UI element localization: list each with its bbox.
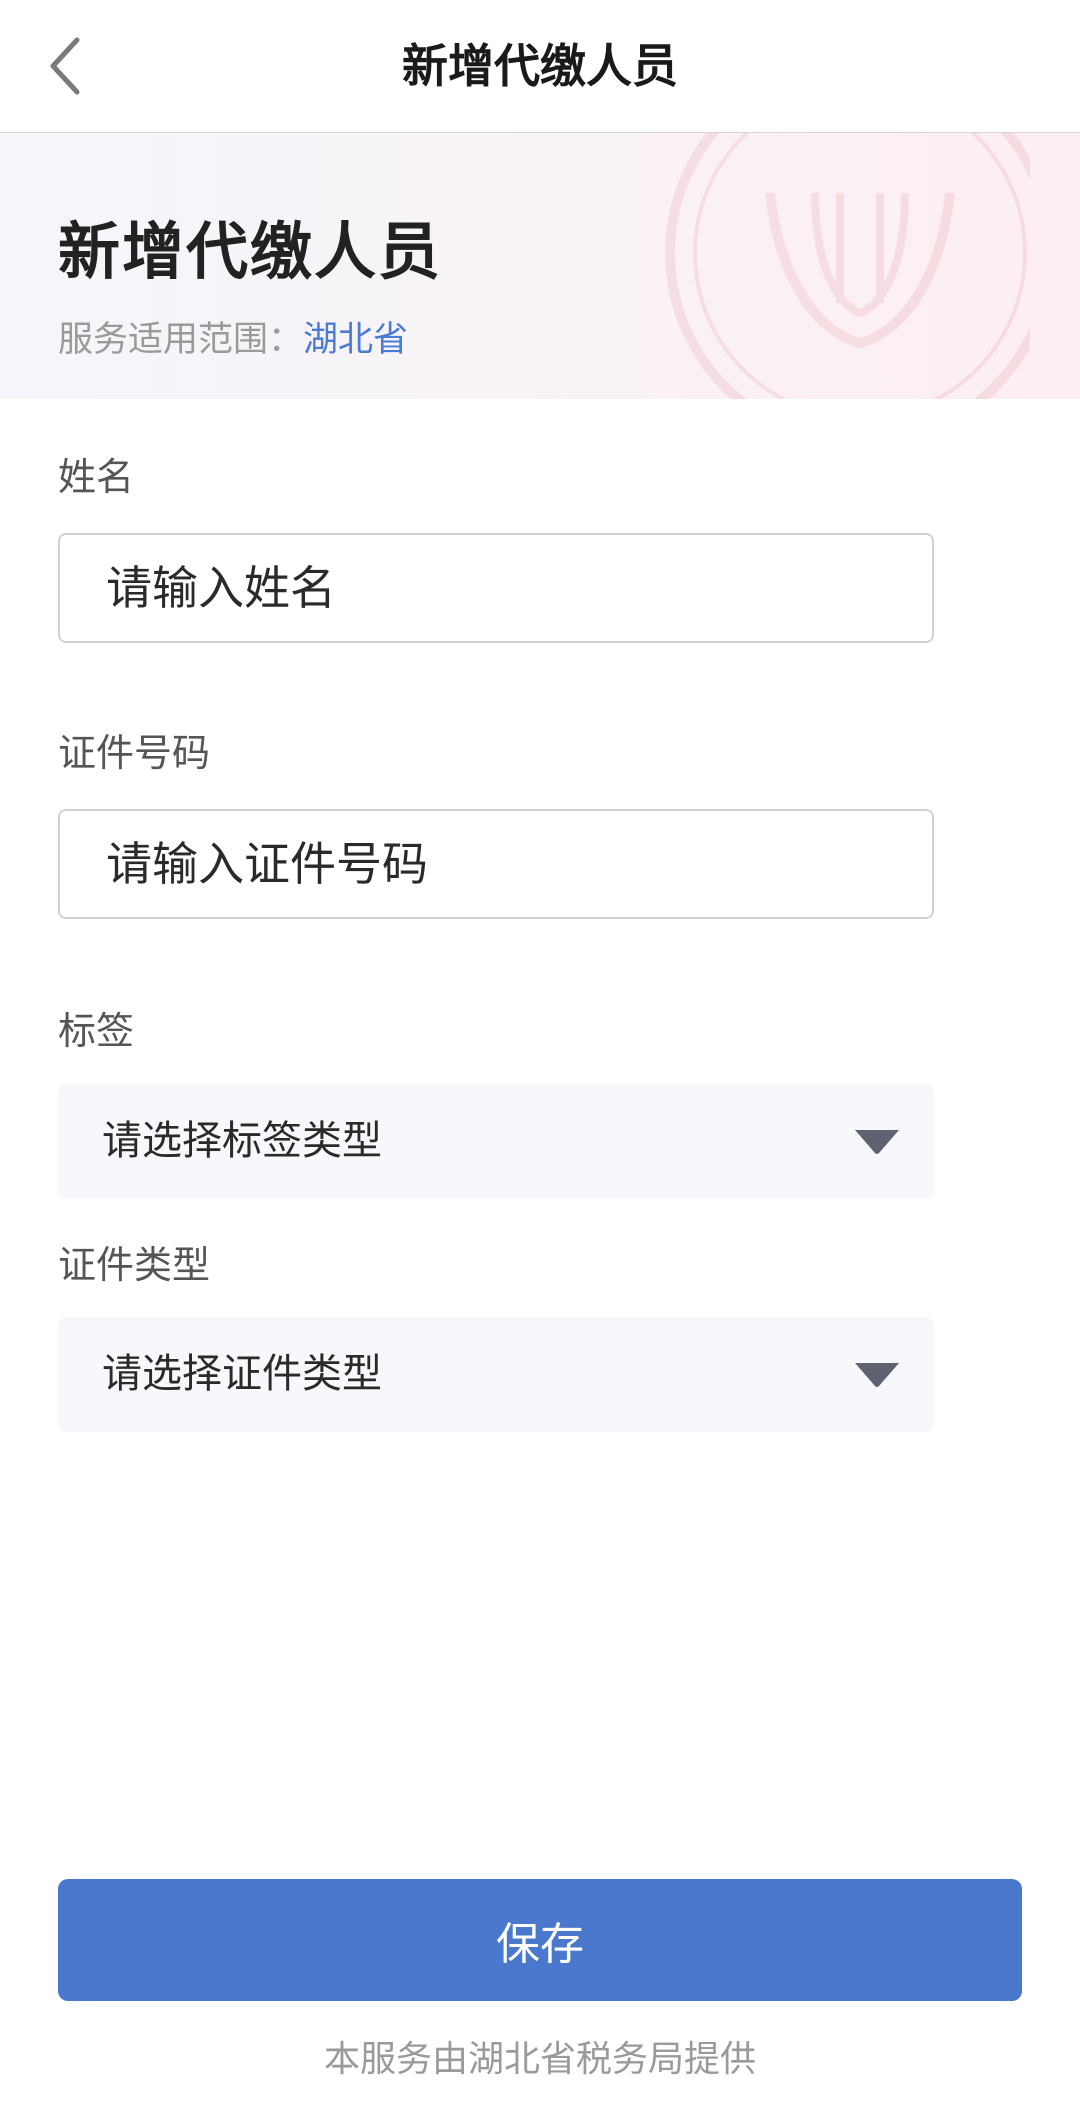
tag-label: 标签 [58, 1009, 135, 1053]
save-button[interactable]: 保存 [58, 1879, 1022, 2001]
nav-title: 新增代缴人员 [402, 39, 678, 93]
tag-select[interactable]: 请选择标签类型 [58, 1084, 934, 1199]
name-input[interactable] [60, 535, 932, 641]
tag-select-value: 请选择标签类型 [102, 1118, 382, 1164]
page-heading: 新增代缴人员 [58, 215, 443, 288]
name-label: 姓名 [58, 455, 135, 499]
navigation-bar: 新增代缴人员 [0, 0, 1080, 133]
id-number-input[interactable] [60, 811, 932, 917]
id-type-label: 证件类型 [58, 1243, 211, 1287]
id-number-label: 证件号码 [58, 731, 211, 775]
provider-note: 本服务由湖北省税务局提供 [323, 2039, 756, 2080]
service-scope-region: 湖北省 [303, 320, 409, 360]
id-type-select[interactable]: 请选择证件类型 [58, 1317, 934, 1432]
service-scope-label: 服务适用范围： [58, 320, 304, 360]
name-field [58, 533, 934, 643]
id-number-field [58, 809, 934, 919]
caret-down-icon [855, 1363, 899, 1387]
service-scope: 服务适用范围：湖北省 [58, 311, 408, 362]
id-type-select-value: 请选择证件类型 [102, 1351, 382, 1397]
caret-down-icon [855, 1130, 899, 1154]
header-banner: 新增代缴人员 服务适用范围：湖北省 [0, 133, 1080, 399]
emblem-watermark [665, 133, 1030, 399]
